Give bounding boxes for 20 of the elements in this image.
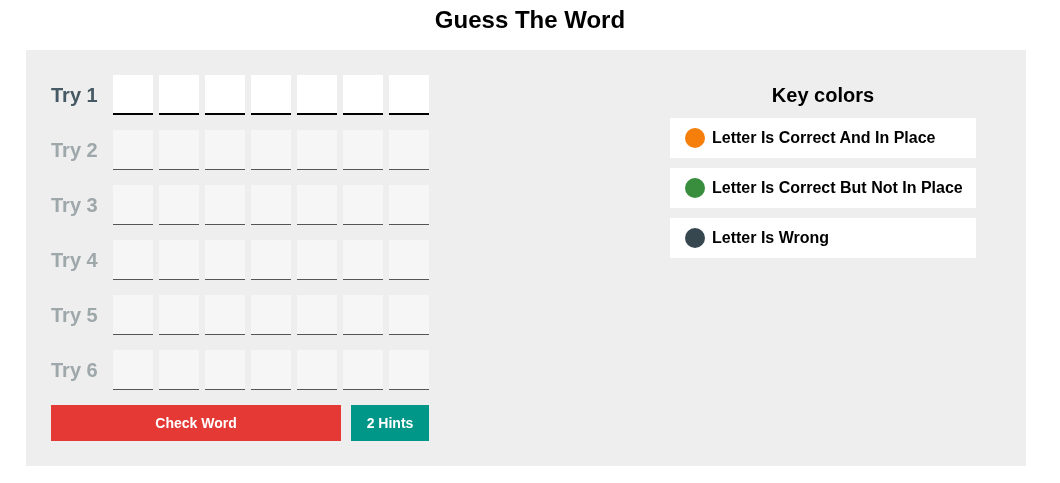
letter-field[interactable] — [389, 75, 429, 115]
key-label: Letter Is Wrong — [712, 228, 830, 248]
letter-field[interactable] — [297, 75, 337, 115]
letter-field[interactable] — [343, 75, 383, 115]
hints-button[interactable]: 2 Hints — [351, 405, 429, 441]
key-label: Letter Is Correct And In Place — [712, 128, 936, 148]
key-colors-heading: Key colors — [770, 83, 876, 107]
letter-field[interactable] — [205, 75, 245, 115]
page-title: Guess The Word — [433, 5, 627, 35]
try-label: Try 5 — [51, 303, 99, 328]
letter-field[interactable] — [251, 75, 291, 115]
letter-field[interactable] — [113, 75, 153, 115]
try-label: Try 2 — [51, 138, 99, 163]
letter-field[interactable] — [159, 75, 199, 115]
try-label: Try 6 — [51, 358, 99, 383]
try-label: Try 3 — [51, 193, 99, 218]
key-label: Letter Is Correct But Not In Place — [712, 178, 963, 198]
check-word-button[interactable]: Check Word — [51, 405, 341, 441]
try-label: Try 4 — [51, 248, 99, 273]
try-label: Try 1 — [51, 83, 99, 108]
